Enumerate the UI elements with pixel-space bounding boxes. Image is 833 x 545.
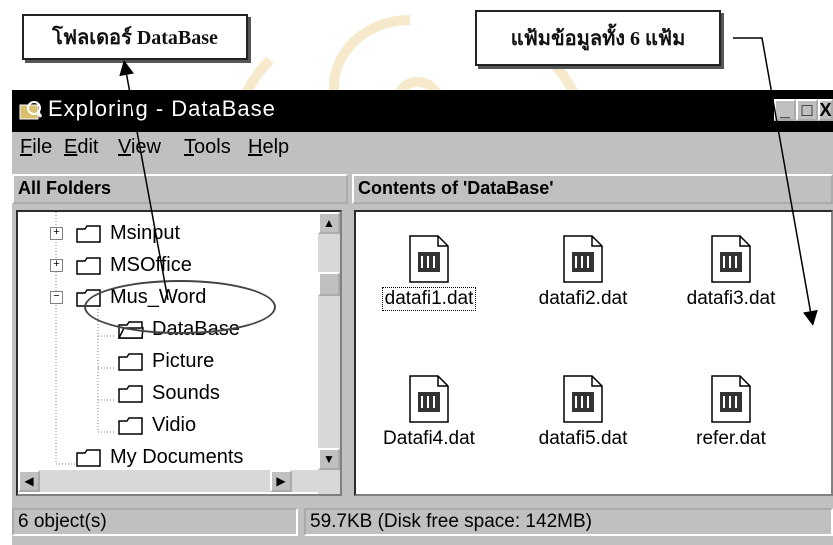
file-item[interactable]: datafi2.dat bbox=[528, 234, 638, 310]
file-name: datafi1.dat bbox=[381, 287, 477, 311]
collapse-icon[interactable]: − bbox=[50, 291, 63, 304]
folder-icon bbox=[76, 224, 102, 243]
menu-bar: File Edit View Tools Help bbox=[12, 134, 833, 164]
tree-item-label: Vidio bbox=[152, 414, 197, 436]
expand-icon[interactable]: + bbox=[50, 259, 63, 272]
file-item[interactable]: datafi5.dat bbox=[528, 374, 638, 450]
tree-item-label: Picture bbox=[152, 350, 215, 372]
files-callout: แฟ้มข้อมูลทั้ง 6 แฟ้ม bbox=[475, 10, 721, 66]
tree-horizontal-scrollbar[interactable]: ◀ ▶ bbox=[18, 470, 318, 492]
tree-item[interactable]: Vidio bbox=[118, 414, 196, 437]
menu-edit[interactable]: Edit bbox=[64, 136, 98, 159]
contents-header: Contents of 'DataBase' bbox=[352, 174, 833, 204]
close-button[interactable]: X bbox=[818, 99, 833, 121]
scroll-down-icon[interactable]: ▼ bbox=[318, 448, 340, 470]
object-count: 6 object(s) bbox=[12, 508, 298, 536]
tree-item-label: Sounds bbox=[152, 382, 220, 404]
highlight-circle bbox=[84, 280, 276, 334]
file-name: datafi3.dat bbox=[686, 288, 776, 309]
scroll-right-icon[interactable]: ▶ bbox=[270, 470, 292, 492]
explorer-window: Exploring - DataBase _ □ X File Edit Vie… bbox=[12, 90, 833, 545]
file-item[interactable]: refer.dat bbox=[676, 374, 786, 450]
data-file-icon bbox=[374, 234, 484, 284]
scroll-up-icon[interactable]: ▲ bbox=[318, 212, 340, 234]
maximize-button[interactable]: □ bbox=[796, 99, 818, 121]
file-name: Datafi4.dat bbox=[383, 428, 475, 449]
file-name: datafi5.dat bbox=[538, 428, 628, 449]
menu-tools[interactable]: Tools bbox=[184, 136, 231, 159]
file-item[interactable]: datafi1.dat bbox=[374, 234, 484, 311]
files-callout-text: แฟ้มข้อมูลทั้ง 6 แฟ้ม bbox=[510, 28, 686, 50]
data-file-icon bbox=[676, 374, 786, 424]
folder-icon bbox=[76, 256, 102, 275]
status-bar: 6 object(s) 59.7KB (Disk free space: 142… bbox=[12, 504, 833, 540]
menu-file[interactable]: File bbox=[20, 136, 52, 159]
file-item[interactable]: Datafi4.dat bbox=[374, 374, 484, 450]
contents-pane[interactable]: datafi1.dat datafi2.dat datafi3.dat Data… bbox=[354, 210, 833, 496]
menu-help[interactable]: Help bbox=[248, 136, 289, 159]
scroll-thumb[interactable] bbox=[318, 272, 340, 296]
tree-item[interactable]: Picture bbox=[118, 350, 214, 373]
folder-icon bbox=[118, 416, 144, 435]
tree-vertical-scrollbar[interactable]: ▲ ▼ bbox=[318, 212, 340, 494]
data-file-icon bbox=[528, 234, 638, 284]
explorer-icon bbox=[19, 101, 42, 120]
data-file-icon bbox=[676, 234, 786, 284]
minimize-button[interactable]: _ bbox=[774, 99, 796, 121]
tree-item[interactable]: Sounds bbox=[118, 382, 220, 405]
file-name: refer.dat bbox=[696, 428, 766, 449]
folder-callout: โฟลเดอร์ DataBase bbox=[22, 14, 248, 60]
tree-item[interactable]: + MSOffice bbox=[50, 254, 192, 277]
data-file-icon bbox=[374, 374, 484, 424]
tree-item[interactable]: My Documents bbox=[76, 446, 243, 469]
tree-item-label: Msinput bbox=[110, 222, 181, 244]
file-item[interactable]: datafi3.dat bbox=[676, 234, 786, 310]
menu-view[interactable]: View bbox=[118, 136, 161, 159]
folder-icon bbox=[76, 448, 102, 467]
folder-icon bbox=[118, 352, 144, 371]
all-folders-header: All Folders bbox=[12, 174, 348, 204]
expand-icon[interactable]: + bbox=[50, 227, 63, 240]
folder-callout-text: โฟลเดอร์ DataBase bbox=[52, 27, 218, 49]
tree-item-label: MSOffice bbox=[110, 254, 192, 276]
data-file-icon bbox=[528, 374, 638, 424]
title-bar[interactable]: Exploring - DataBase _ □ X bbox=[12, 90, 833, 132]
disk-space: 59.7KB (Disk free space: 142MB) bbox=[304, 508, 833, 536]
tree-item-label: My Documents bbox=[110, 446, 244, 468]
tree-item[interactable]: + Msinput bbox=[50, 222, 181, 245]
file-name: datafi2.dat bbox=[538, 288, 628, 309]
folder-tree[interactable]: + Msinput + MSOffice − Mus_Word DataBase P… bbox=[16, 210, 342, 496]
folder-icon bbox=[118, 384, 144, 403]
window-title: Exploring - DataBase bbox=[48, 96, 276, 121]
scroll-left-icon[interactable]: ◀ bbox=[18, 470, 40, 492]
